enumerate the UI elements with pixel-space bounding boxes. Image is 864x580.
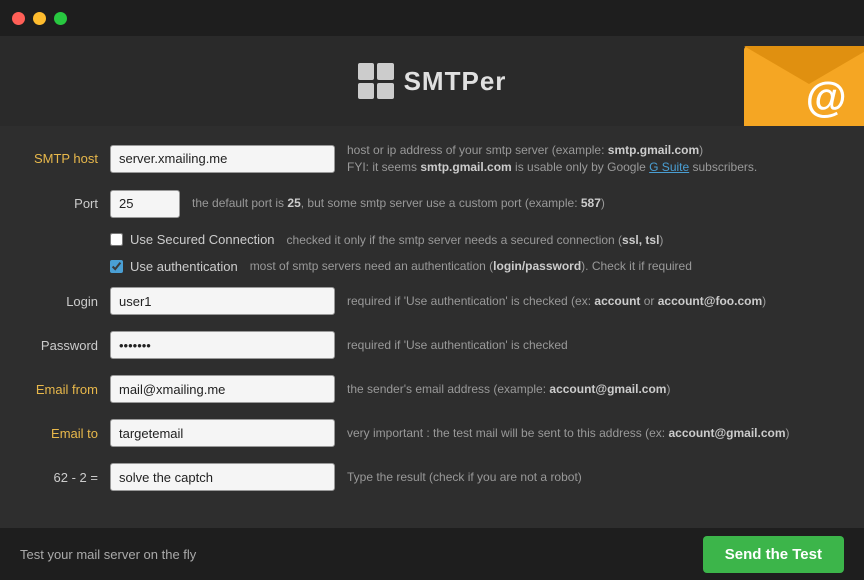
captcha-row: 62 - 2 = Type the result (check if you a… bbox=[20, 461, 844, 493]
use-auth-hint: most of smtp servers need an authenticat… bbox=[250, 258, 844, 275]
login-input[interactable] bbox=[110, 287, 335, 315]
password-row: Password required if 'Use authentication… bbox=[20, 329, 844, 361]
captcha-input[interactable] bbox=[110, 463, 335, 491]
use-secured-checkbox[interactable] bbox=[110, 233, 123, 246]
use-secured-label[interactable]: Use Secured Connection bbox=[130, 232, 275, 247]
use-secured-hint: checked it only if the smtp server needs… bbox=[287, 232, 844, 249]
logo-icon bbox=[358, 63, 394, 99]
email-from-row: Email from the sender's email address (e… bbox=[20, 373, 844, 405]
use-auth-label[interactable]: Use authentication bbox=[130, 259, 238, 274]
smtp-host-input[interactable] bbox=[110, 145, 335, 173]
password-input[interactable] bbox=[110, 331, 335, 359]
use-auth-checkbox[interactable] bbox=[110, 260, 123, 273]
email-to-row: Email to very important : the test mail … bbox=[20, 417, 844, 449]
smtp-host-hint: host or ip address of your smtp server (… bbox=[347, 142, 844, 176]
send-test-button[interactable]: Send the Test bbox=[703, 536, 844, 573]
titlebar bbox=[0, 0, 864, 36]
login-label: Login bbox=[20, 294, 110, 309]
email-to-label: Email to bbox=[20, 426, 110, 441]
email-from-hint: the sender's email address (example: acc… bbox=[347, 381, 844, 398]
logo: SMTPer bbox=[358, 63, 507, 99]
login-row: Login required if 'Use authentication' i… bbox=[20, 285, 844, 317]
envelope-flap bbox=[744, 46, 864, 84]
header: SMTPer @ bbox=[0, 36, 864, 126]
use-auth-row: Use authentication most of smtp servers … bbox=[110, 258, 844, 275]
email-to-hint: very important : the test mail will be s… bbox=[347, 425, 844, 442]
port-hint: the default port is 25, but some smtp se… bbox=[192, 195, 844, 212]
port-label: Port bbox=[20, 196, 110, 211]
footer-tagline: Test your mail server on the fly bbox=[20, 547, 196, 562]
maximize-dot[interactable] bbox=[54, 12, 67, 25]
smtp-host-row: SMTP host host or ip address of your smt… bbox=[20, 142, 844, 176]
minimize-dot[interactable] bbox=[33, 12, 46, 25]
port-input[interactable] bbox=[110, 190, 180, 218]
login-hint: required if 'Use authentication' is chec… bbox=[347, 293, 844, 310]
password-label: Password bbox=[20, 338, 110, 353]
close-dot[interactable] bbox=[12, 12, 25, 25]
captcha-label: 62 - 2 = bbox=[20, 470, 110, 485]
smtp-host-label: SMTP host bbox=[20, 151, 110, 166]
captcha-hint: Type the result (check if you are not a … bbox=[347, 469, 844, 486]
envelope-at-icon: @ bbox=[805, 74, 846, 122]
port-row: Port the default port is 25, but some sm… bbox=[20, 188, 844, 220]
email-from-label: Email from bbox=[20, 382, 110, 397]
use-secured-row: Use Secured Connection checked it only i… bbox=[110, 232, 844, 249]
email-decoration: @ bbox=[724, 36, 864, 126]
password-hint: required if 'Use authentication' is chec… bbox=[347, 337, 844, 354]
footer: Test your mail server on the fly Send th… bbox=[0, 528, 864, 580]
main-form: SMTP host host or ip address of your smt… bbox=[0, 126, 864, 515]
email-to-input[interactable] bbox=[110, 419, 335, 447]
logo-text: SMTPer bbox=[404, 66, 507, 97]
email-from-input[interactable] bbox=[110, 375, 335, 403]
